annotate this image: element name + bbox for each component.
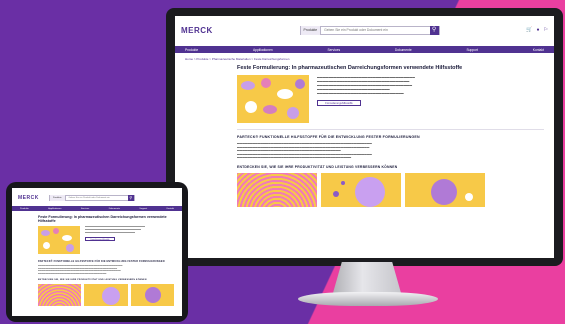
tablet-screen: MERCK Produkte Geben Sie ein Produkt ode… — [12, 188, 182, 316]
section-heading: PARTECK® FUNKTIONELLE HILFSSTOFFE FÜR DI… — [237, 135, 420, 139]
search-bar[interactable]: Produkte Geben Sie ein Produkt oder Doku… — [299, 25, 440, 35]
user-icon[interactable]: ● — [536, 27, 539, 33]
site-logo[interactable]: MERCK — [18, 195, 39, 201]
hero-image — [38, 226, 80, 254]
intro-text-lines: ▬▬▬▬▬▬▬▬▬▬▬▬▬▬▬▬▬▬▬▬▬▬▬▬▬▬▬▬▬▬▬▬▬▬▬ ▬▬▬▬… — [317, 75, 415, 95]
intro-button[interactable]: Formulierungshilfsstoffe — [317, 100, 361, 106]
tiles-heading: ENTDECKEN SIE, WIE SIE IHRE PRODUKTIVITÄ… — [237, 164, 398, 169]
header-icons: 🛒 ● ⚐ — [526, 27, 548, 33]
tile-image-3[interactable] — [130, 284, 174, 307]
tiles-row — [175, 169, 554, 207]
monitor-screen: MERCK Produkte Geben Sie ein Produkt ode… — [175, 16, 554, 258]
nav-item[interactable]: Dokumente — [109, 208, 120, 210]
nav-item[interactable]: Applikationen — [253, 48, 273, 52]
tile-image-2[interactable] — [84, 284, 128, 307]
tile-image-2[interactable] — [321, 172, 401, 207]
search-category[interactable]: Produkte — [300, 25, 322, 35]
section-heading: PARTECK® FUNKTIONELLE HILFSSTOFFE FÜR DI… — [38, 260, 165, 263]
tiles-row — [12, 281, 182, 307]
search-icon[interactable]: ⚲ — [429, 25, 439, 35]
search-category[interactable]: Produkte — [49, 195, 66, 201]
nav-item[interactable]: Support — [139, 208, 147, 210]
nav-item[interactable]: Kontakt — [533, 48, 544, 52]
page-title: Feste Formulierung: In pharmazeutischen … — [237, 65, 463, 71]
nav-item[interactable]: Support — [466, 48, 478, 52]
nav-item[interactable]: Applikationen — [48, 208, 61, 210]
tile-image-1[interactable] — [237, 172, 317, 207]
tablet-device: MERCK Produkte Geben Sie ein Produkt ode… — [6, 182, 188, 322]
hero-image — [237, 75, 309, 123]
main-nav: Produkte Applikationen Services Dokument… — [175, 46, 554, 53]
search-input[interactable]: Geben Sie ein Produkt oder Dokument ein — [321, 26, 429, 35]
breadcrumb[interactable]: Home > Produkte > Pharmazeutische Materi… — [175, 53, 554, 61]
intro-text-lines: ▬▬▬▬▬▬▬▬▬▬▬▬▬▬▬▬▬▬▬▬▬▬▬▬▬▬▬▬▬▬ ▬▬▬▬▬▬▬▬▬… — [85, 226, 145, 234]
search-icon[interactable]: ⚲ — [127, 195, 134, 201]
nav-item[interactable]: Kontakt — [167, 208, 174, 210]
tile-image-3[interactable] — [405, 172, 485, 207]
intro-button[interactable]: Formulierungshilfsstoffe — [85, 237, 115, 242]
language-icon[interactable]: ⚐ — [544, 27, 548, 33]
site-header: MERCK Produkte Geben Sie ein Produkt ode… — [175, 16, 554, 38]
nav-item[interactable]: Dokumente — [395, 48, 412, 52]
page-title: Feste Formulierung: In pharmazeutischen … — [38, 215, 167, 223]
nav-item[interactable]: Produkte — [185, 48, 198, 52]
search-bar[interactable]: Produkte Geben Sie ein Produkt oder Doku… — [48, 195, 135, 201]
site-logo[interactable]: MERCK — [181, 26, 213, 35]
monitor-stand-base — [298, 292, 438, 306]
tile-image-1[interactable] — [38, 284, 82, 307]
nav-item[interactable]: Produkte — [20, 208, 29, 210]
section-text-lines: ▬▬▬▬▬▬▬▬▬▬▬▬▬▬▬▬▬▬▬▬▬▬▬▬▬▬▬▬▬▬▬▬▬▬▬▬▬▬▬▬… — [237, 142, 372, 160]
site-header: MERCK Produkte Geben Sie ein Produkt ode… — [12, 188, 182, 204]
search-input[interactable]: Geben Sie ein Produkt oder Dokument ein — [66, 195, 128, 201]
nav-item[interactable]: Services — [81, 208, 89, 210]
desktop-monitor: MERCK Produkte Geben Sie ein Produkt ode… — [166, 8, 563, 266]
section-text-lines: ▬▬▬▬▬▬▬▬▬▬▬▬▬▬▬▬▬▬▬▬▬▬▬▬▬▬▬▬▬▬▬▬▬▬▬▬▬▬▬▬… — [38, 265, 123, 275]
nav-item[interactable]: Services — [327, 48, 340, 52]
cart-icon[interactable]: 🛒 — [526, 27, 532, 33]
